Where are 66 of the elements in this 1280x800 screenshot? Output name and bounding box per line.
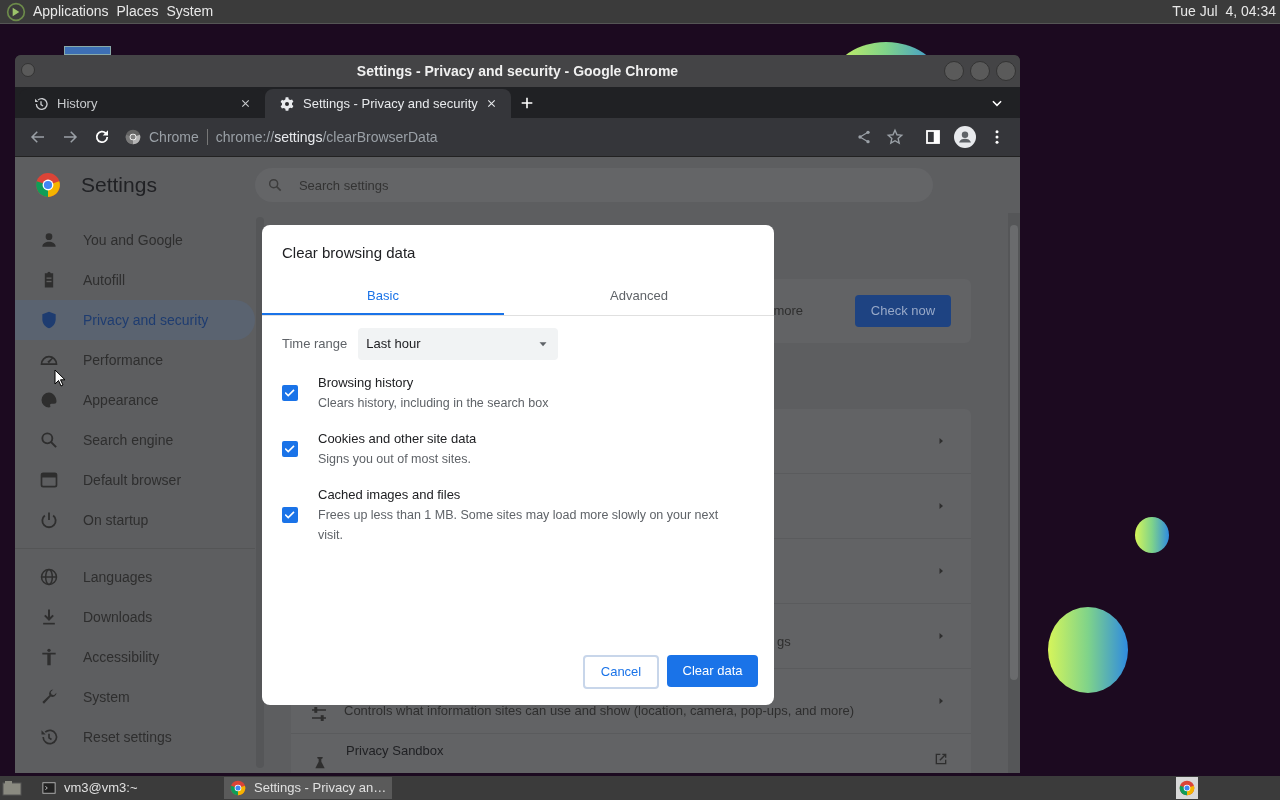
time-range-label: Time range: [282, 334, 348, 353]
checkbox[interactable]: [282, 506, 298, 523]
check-icon: [285, 510, 295, 519]
option-title: Cookies and other site data: [318, 429, 478, 448]
time-range-select[interactable]: Last hour: [358, 327, 559, 360]
settings-icon: [279, 95, 295, 112]
chrome-logo-icon: [35, 172, 61, 198]
dialog-title: Clear browsing data: [282, 243, 417, 263]
page-scrollbar[interactable]: [1008, 213, 1020, 773]
cancel-button[interactable]: Cancel: [583, 655, 659, 689]
site-label: Chrome: [149, 127, 199, 147]
history-icon: [33, 95, 49, 112]
checkbox[interactable]: [282, 440, 298, 457]
settings-title: Settings: [81, 172, 157, 199]
option-description: Frees up less than 1 MB. Some sites may load more slowly on your next visit.: [318, 506, 720, 544]
panel-menu[interactable]: Applications: [33, 1, 109, 22]
search-icon: [39, 430, 59, 450]
sliders-icon: [311, 707, 327, 721]
external-link-icon[interactable]: [933, 751, 949, 767]
check-now-button[interactable]: Check now: [855, 295, 951, 327]
close-icon[interactable]: [240, 98, 251, 109]
browser-window-icon: [39, 470, 59, 490]
chrome-logo-icon: [230, 780, 246, 796]
bookmark-star-icon[interactable]: [886, 128, 904, 146]
dialog-tab[interactable]: Advanced: [504, 278, 774, 315]
option-description: Signs you out of most sites.: [318, 450, 472, 468]
reload-icon[interactable]: [93, 128, 111, 146]
globe-icon: [39, 567, 59, 587]
panel-menu[interactable]: System: [166, 1, 214, 22]
profile-avatar-icon[interactable]: [954, 126, 976, 148]
shield-icon: [39, 310, 59, 330]
option-description: Clears history, including in the search box: [318, 394, 550, 412]
row-text: gs: [777, 633, 791, 652]
row-title: Privacy Sandbox: [346, 742, 444, 760]
taskbar-item[interactable]: Settings - Privacy an…: [224, 777, 392, 799]
window-title: Settings - Privacy and security - Google Chrome: [356, 61, 679, 81]
restore-icon: [39, 727, 59, 747]
clock[interactable]: Tue Jul 4, 04:34: [1172, 1, 1276, 22]
forward-icon[interactable]: [61, 128, 79, 146]
side-panel-icon[interactable]: [924, 128, 942, 146]
check-icon: [285, 388, 295, 397]
chrome-logo-icon: [1179, 780, 1195, 796]
mouse-cursor-icon: [54, 369, 66, 387]
person-icon: [39, 230, 59, 250]
accessibility-icon: [39, 647, 59, 667]
check-icon: [285, 444, 295, 453]
option-title: Cached images and files: [318, 485, 462, 504]
app-menu-icon[interactable]: [6, 1, 26, 22]
search-icon: [266, 177, 283, 193]
power-icon: [39, 510, 59, 530]
browser-tab[interactable]: Settings - Privacy and security: [265, 89, 511, 118]
option-title: Browsing history: [318, 373, 415, 392]
palette-icon: [39, 390, 59, 410]
checkbox[interactable]: [282, 384, 298, 401]
back-icon[interactable]: [29, 128, 47, 146]
url-text: chrome://settings/clearBrowserData: [215, 127, 438, 147]
chrome-logo-icon: [125, 129, 141, 145]
dialog-tab[interactable]: Basic: [262, 278, 504, 315]
panel-menu[interactable]: Places: [116, 1, 159, 22]
tray-app[interactable]: [1176, 777, 1198, 799]
clear-data-button[interactable]: Clear data: [667, 655, 758, 687]
show-desktop-icon[interactable]: [2, 780, 22, 796]
share-icon[interactable]: [856, 129, 872, 145]
new-tab-icon[interactable]: [519, 95, 535, 111]
taskbar-item[interactable]: vm3@vm3:~: [36, 777, 196, 799]
terminal-icon: [42, 781, 56, 795]
